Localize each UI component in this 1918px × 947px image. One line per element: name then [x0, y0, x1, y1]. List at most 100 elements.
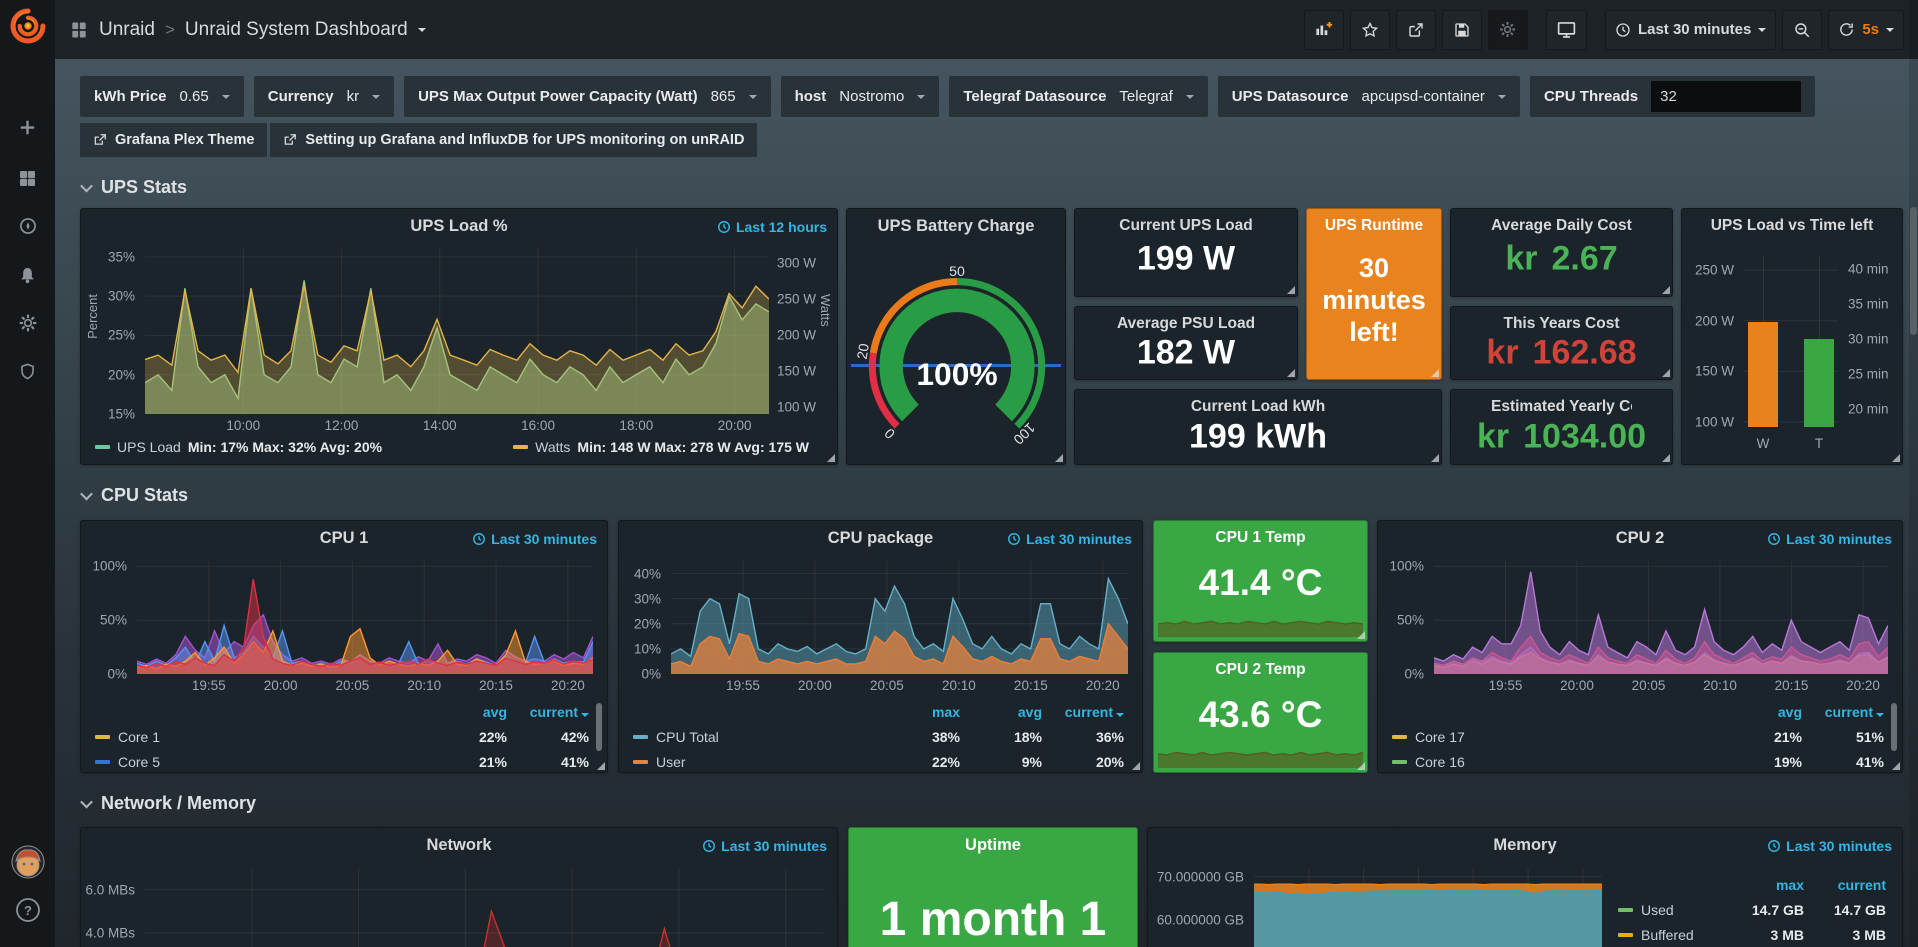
link-ups-monitoring-guide[interactable]: Setting up Grafana and InfluxDB for UPS … — [270, 123, 757, 157]
panel-resize-handle[interactable] — [1357, 762, 1365, 770]
legend-item[interactable]: Core 521%41% — [95, 749, 589, 774]
legend-item[interactable]: User22%9%20% — [633, 749, 1124, 774]
section-ups-stats[interactable]: UPS Stats — [82, 177, 187, 198]
panel-title[interactable]: Estimated Yearly Cost — [1491, 398, 1632, 416]
breadcrumb-dashboard-title[interactable]: Unraid System Dashboard — [185, 19, 408, 41]
share-dashboard-button[interactable] — [1396, 10, 1436, 50]
panel-resize-handle[interactable] — [1431, 454, 1439, 462]
legend-item[interactable]: WattsMin: 148 W Max: 278 W Avg: 175 W — [513, 439, 809, 455]
user-avatar[interactable] — [0, 840, 55, 884]
cpu-threads-input[interactable] — [1651, 81, 1801, 112]
legend-item[interactable]: UPS LoadMin: 17% Max: 32% Avg: 20% — [95, 439, 382, 455]
panel-title[interactable]: UPS Load % — [121, 217, 797, 236]
add-panel-button[interactable] — [1304, 10, 1344, 50]
panel-title[interactable]: This Years Cost — [1491, 315, 1632, 333]
legend-header[interactable]: maxavgcurrent — [633, 699, 1124, 724]
panel-resize-handle[interactable] — [1132, 762, 1140, 770]
panel-title[interactable]: UPS Runtime — [1315, 217, 1433, 235]
panel-resize-handle[interactable] — [1357, 631, 1365, 639]
axis-tick: 35% — [108, 249, 135, 264]
legend-item[interactable]: Buffered3 MB3 MB — [1618, 922, 1886, 947]
variable-host[interactable]: hostNostromo — [781, 76, 940, 117]
panel-resize-handle[interactable] — [1287, 286, 1295, 294]
panel-title[interactable]: CPU 2 Temp — [1194, 661, 1327, 679]
legend-item[interactable]: CPU Total38%18%36% — [633, 724, 1124, 749]
axis-tick: 150 W — [1695, 364, 1734, 379]
legend-item[interactable]: Core 1619%41% — [1392, 749, 1884, 774]
panel-resize-handle[interactable] — [1662, 369, 1670, 377]
breadcrumb-folder[interactable]: Unraid — [99, 19, 155, 41]
panel-resize-handle[interactable] — [1055, 454, 1063, 462]
variable-kwh-price[interactable]: kWh Price0.65 — [80, 76, 244, 117]
variable-ups-max-output[interactable]: UPS Max Output Power Capacity (Watt)865 — [404, 76, 771, 117]
panel-title[interactable]: UPS Load vs Time left — [1692, 217, 1892, 235]
configuration-icon[interactable] — [0, 301, 55, 345]
panel-resize-handle[interactable] — [1662, 454, 1670, 462]
refresh-interval-label[interactable]: 5s — [1862, 21, 1879, 38]
legend-item[interactable]: Core 122%42% — [95, 724, 589, 749]
panel-current-load-kwh: Current Load kWh 199 kWh — [1074, 389, 1442, 465]
axis-tick: 20:00 — [798, 678, 832, 693]
zoom-out-time-button[interactable] — [1782, 10, 1822, 50]
panel-title[interactable]: Network — [121, 836, 797, 855]
panel-title[interactable]: Average PSU Load — [1115, 315, 1257, 333]
refresh-picker[interactable]: 5s — [1828, 10, 1904, 50]
legend-item[interactable]: Used14.7 GB14.7 GB — [1618, 897, 1886, 922]
legend-header[interactable]: maxcurrent — [1618, 872, 1886, 897]
variable-ups-datasource[interactable]: UPS Datasourceapcupsd-container — [1218, 76, 1520, 117]
axis-tick: 10% — [634, 641, 661, 656]
bars: WT — [1744, 255, 1838, 427]
panel-title[interactable]: CPU 1 Temp — [1194, 529, 1327, 547]
section-cpu-stats[interactable]: CPU Stats — [82, 485, 188, 506]
dashboard-grid-icon — [69, 20, 89, 40]
axis-tick: 0% — [641, 667, 661, 682]
legend-scrollbar[interactable] — [1891, 703, 1897, 751]
axis-tick: 30% — [634, 591, 661, 606]
panel-resize-handle[interactable] — [1287, 369, 1295, 377]
page-scrollbar[interactable] — [1909, 0, 1918, 947]
panel-title[interactable]: Memory — [1188, 836, 1862, 855]
panel-resize-handle[interactable] — [1662, 286, 1670, 294]
panel-title[interactable]: UPS Battery Charge — [857, 217, 1055, 236]
dashboard-picker-caret-icon[interactable] — [418, 28, 426, 32]
clock-icon — [472, 532, 486, 546]
variable-telegraf-datasource[interactable]: Telegraf DatasourceTelegraf — [949, 76, 1207, 117]
explore-icon[interactable] — [0, 204, 55, 248]
save-dashboard-button[interactable] — [1442, 10, 1482, 50]
server-admin-shield-icon[interactable] — [0, 349, 55, 393]
section-network-memory[interactable]: Network / Memory — [82, 793, 256, 814]
refresh-icon[interactable] — [1838, 21, 1855, 38]
grafana-logo-icon[interactable] — [8, 6, 48, 46]
scrollbar-thumb[interactable] — [1910, 207, 1917, 335]
link-grafana-plex-theme[interactable]: Grafana Plex Theme — [80, 123, 267, 157]
panel-resize-handle[interactable] — [827, 454, 835, 462]
legend-header[interactable]: avgcurrent — [95, 699, 589, 724]
panel-resize-handle[interactable] — [1892, 762, 1900, 770]
help-icon[interactable]: ? — [0, 888, 55, 932]
cycle-view-mode-button[interactable] — [1546, 10, 1587, 50]
axis-tick: 4.0 MBs — [85, 925, 135, 940]
chart-legend: avgcurrentCore 1721%51%Core 1619%41% — [1392, 699, 1884, 774]
y-axis-right: 300 W250 W200 W150 W100 W — [771, 249, 817, 414]
variable-currency[interactable]: Currencykr — [254, 76, 394, 117]
axis-tick: 20:20 — [551, 678, 585, 693]
panel-resize-handle[interactable] — [1431, 369, 1439, 377]
time-range-picker[interactable]: Last 30 minutes — [1605, 10, 1776, 50]
legend-item[interactable]: Core 1721%51% — [1392, 724, 1884, 749]
panel-resize-handle[interactable] — [597, 762, 605, 770]
panel-title[interactable]: Current UPS Load — [1115, 217, 1257, 235]
panel-title[interactable]: Current Load kWh — [1115, 398, 1401, 416]
panel-resize-handle[interactable] — [1892, 454, 1900, 462]
create-icon[interactable] — [0, 105, 55, 149]
legend-header[interactable]: avgcurrent — [1392, 699, 1884, 724]
panel-title[interactable]: Uptime — [889, 836, 1097, 855]
panel-title[interactable]: Average Daily Cost — [1491, 217, 1632, 235]
dashboards-icon[interactable] — [0, 156, 55, 200]
alerting-icon[interactable] — [0, 253, 55, 297]
dashboard-settings-button[interactable] — [1488, 10, 1528, 50]
star-dashboard-button[interactable] — [1350, 10, 1390, 50]
legend-scrollbar[interactable] — [596, 703, 602, 751]
axis-tick: 12:00 — [325, 418, 359, 433]
svg-text:100: 100 — [1010, 420, 1038, 448]
axis-tick: 25 min — [1848, 367, 1889, 382]
